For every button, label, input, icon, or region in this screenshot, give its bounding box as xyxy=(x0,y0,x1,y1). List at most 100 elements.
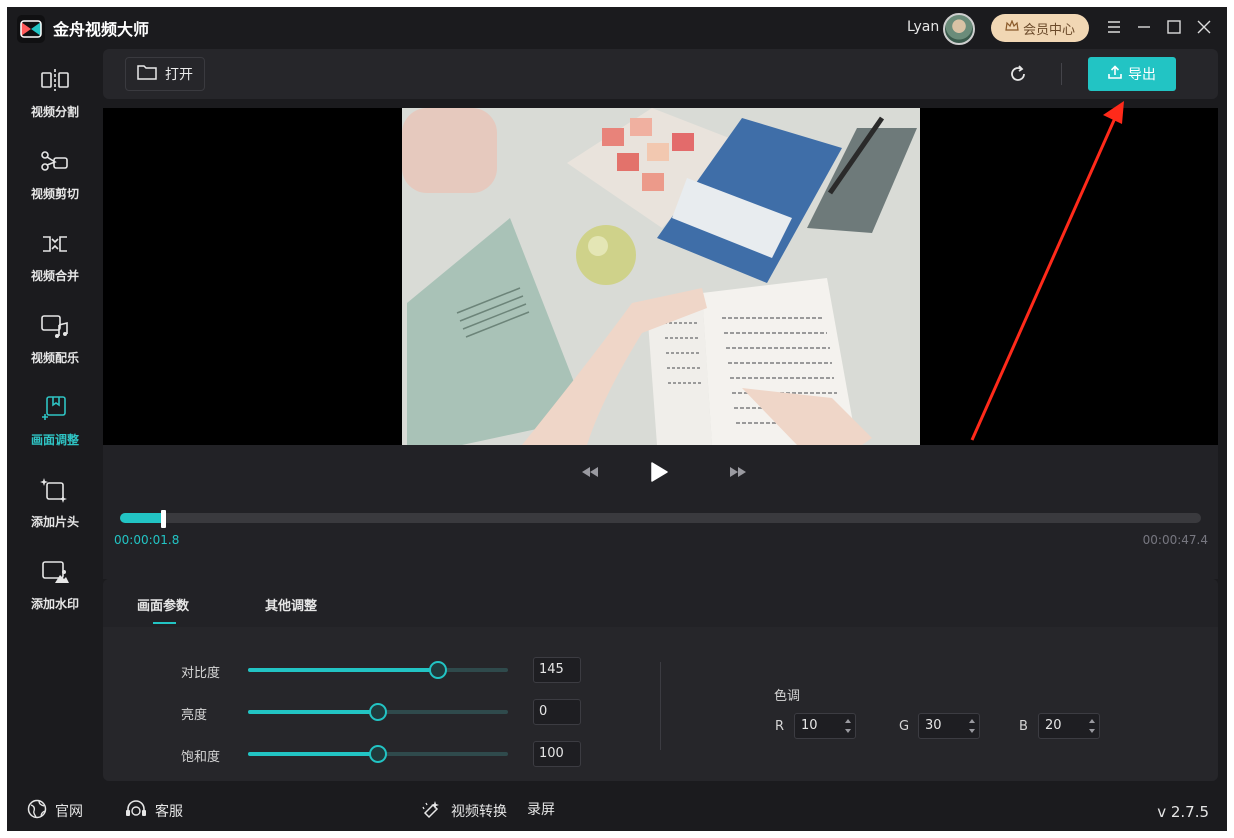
sidebar-item-split[interactable]: 视频分割 xyxy=(7,49,103,131)
b-label: B xyxy=(1019,719,1028,734)
split-icon xyxy=(39,67,71,97)
b-value: 20 xyxy=(1045,718,1062,733)
b-input[interactable]: 20 xyxy=(1038,713,1100,739)
r-input[interactable]: 10 xyxy=(794,713,856,739)
sidebar-item-music[interactable]: 视频配乐 xyxy=(7,295,103,377)
footer: 官网 客服 视频转换 录屏 v 2.7.5 xyxy=(7,791,1227,831)
progress-fill xyxy=(120,513,161,523)
sidebar-item-label: 画面调整 xyxy=(30,433,79,447)
toolbar: 打开 导出 xyxy=(103,49,1218,99)
vip-center-label: 会员中心 xyxy=(1022,22,1075,38)
rewind-icon[interactable] xyxy=(575,457,605,487)
r-spinner[interactable] xyxy=(844,717,852,735)
website-label: 官网 xyxy=(55,804,83,820)
export-label: 导出 xyxy=(1128,67,1156,83)
brightness-slider-fill xyxy=(248,710,378,714)
open-label: 打开 xyxy=(165,67,193,83)
convert-icon xyxy=(421,799,443,823)
sidebar-item-label: 添加水印 xyxy=(30,597,79,611)
minimize-button[interactable] xyxy=(1134,17,1154,37)
sidebar-item-label: 视频合并 xyxy=(30,269,79,283)
music-icon xyxy=(39,313,71,343)
tone-title: 色调 xyxy=(774,689,801,704)
g-input[interactable]: 30 xyxy=(918,713,980,739)
tab-other-adjust[interactable]: 其他调整 xyxy=(265,595,317,614)
sidebar-item-cut[interactable]: 视频剪切 xyxy=(7,131,103,213)
title-bar: 金舟视频大师 Lyan 会员中心 xyxy=(7,7,1227,49)
contrast-slider[interactable] xyxy=(248,661,508,679)
app-title: 金舟视频大师 xyxy=(53,20,150,39)
brightness-slider[interactable] xyxy=(248,703,508,721)
play-icon[interactable] xyxy=(644,457,674,487)
video-convert-link[interactable]: 视频转换 xyxy=(421,799,507,823)
screen-record-link[interactable]: 录屏 xyxy=(527,799,555,819)
user-name[interactable]: Lyan xyxy=(907,19,939,35)
sidebar-item-merge[interactable]: 视频合并 xyxy=(7,213,103,295)
sidebar-item-watermark[interactable]: 添加水印 xyxy=(7,541,103,623)
active-tab-indicator xyxy=(153,622,176,624)
export-button[interactable]: 导出 xyxy=(1088,57,1176,91)
convert-label: 视频转换 xyxy=(451,804,507,820)
upload-icon xyxy=(1108,65,1122,83)
website-link[interactable]: 官网 xyxy=(27,799,83,823)
saturation-slider[interactable] xyxy=(248,745,508,763)
headset-icon xyxy=(125,799,147,823)
r-label: R xyxy=(775,719,785,734)
app-logo-icon xyxy=(17,15,45,43)
r-value: 10 xyxy=(801,718,818,733)
toolbar-divider xyxy=(1061,63,1062,85)
brightness-input[interactable]: 0 xyxy=(533,699,581,725)
version-label: v 2.7.5 xyxy=(1157,803,1209,821)
globe-icon xyxy=(27,799,47,823)
record-label: 录屏 xyxy=(527,802,555,818)
g-label: G xyxy=(899,719,910,734)
open-button[interactable]: 打开 xyxy=(125,57,205,91)
video-preview xyxy=(103,108,1218,445)
avatar[interactable] xyxy=(943,13,975,45)
service-label: 客服 xyxy=(155,804,183,820)
sidebar-item-label: 添加片头 xyxy=(30,515,79,529)
g-spinner[interactable] xyxy=(968,717,976,735)
menu-icon[interactable] xyxy=(1104,17,1124,37)
total-time: 00:00:47.4 xyxy=(1142,533,1208,547)
saturation-input[interactable]: 100 xyxy=(533,741,581,767)
brightness-slider-knob[interactable] xyxy=(369,703,387,721)
sidebar-item-intro[interactable]: 添加片头 xyxy=(7,459,103,541)
close-button[interactable] xyxy=(1194,17,1214,37)
sidebar-item-label: 视频剪切 xyxy=(30,187,79,201)
watermark-icon xyxy=(39,559,71,589)
sidebar-item-adjust[interactable]: 画面调整 xyxy=(7,377,103,459)
merge-icon xyxy=(39,231,71,261)
contrast-slider-knob[interactable] xyxy=(428,661,447,679)
tab-picture-params[interactable]: 画面参数 xyxy=(137,595,189,614)
adjust-icon xyxy=(39,395,71,425)
contrast-slider-fill xyxy=(248,668,438,672)
maximize-button[interactable] xyxy=(1164,17,1184,37)
saturation-slider-knob[interactable] xyxy=(369,745,387,763)
folder-icon xyxy=(137,64,157,84)
progress-bar[interactable] xyxy=(120,510,1201,528)
saturation-label: 饱和度 xyxy=(181,750,221,765)
sidebar-item-label: 视频配乐 xyxy=(30,351,79,365)
g-value: 30 xyxy=(925,718,942,733)
contrast-label: 对比度 xyxy=(181,666,221,681)
crown-icon xyxy=(1005,19,1019,36)
fast-forward-icon[interactable] xyxy=(723,457,753,487)
contrast-input[interactable]: 145 xyxy=(533,657,581,683)
panel-divider xyxy=(660,662,661,750)
intro-icon xyxy=(39,477,71,507)
adjust-tabs: 画面参数 其他调整 xyxy=(103,579,1218,627)
vip-center-button[interactable]: 会员中心 xyxy=(991,14,1089,42)
progress-handle[interactable] xyxy=(161,510,166,528)
sidebar: 视频分割 视频剪切 视频合并 视频配乐 画面调整 添加片头 添加水印 xyxy=(7,49,103,787)
sidebar-item-label: 视频分割 xyxy=(30,105,79,119)
b-spinner[interactable] xyxy=(1088,717,1096,735)
brightness-label: 亮度 xyxy=(181,708,208,723)
saturation-slider-fill xyxy=(248,752,378,756)
service-link[interactable]: 客服 xyxy=(125,799,183,823)
current-time: 00:00:01.8 xyxy=(114,533,180,547)
video-frame-image xyxy=(402,108,920,445)
adjust-panel: 画面参数 其他调整 对比度 145 亮度 0 饱和度 100 色调 R 10 G… xyxy=(103,579,1218,781)
app-window: 金舟视频大师 Lyan 会员中心 视频分割 视频剪切 视频合并 视频配乐 画面调… xyxy=(7,7,1227,831)
refresh-icon[interactable] xyxy=(1007,63,1029,85)
